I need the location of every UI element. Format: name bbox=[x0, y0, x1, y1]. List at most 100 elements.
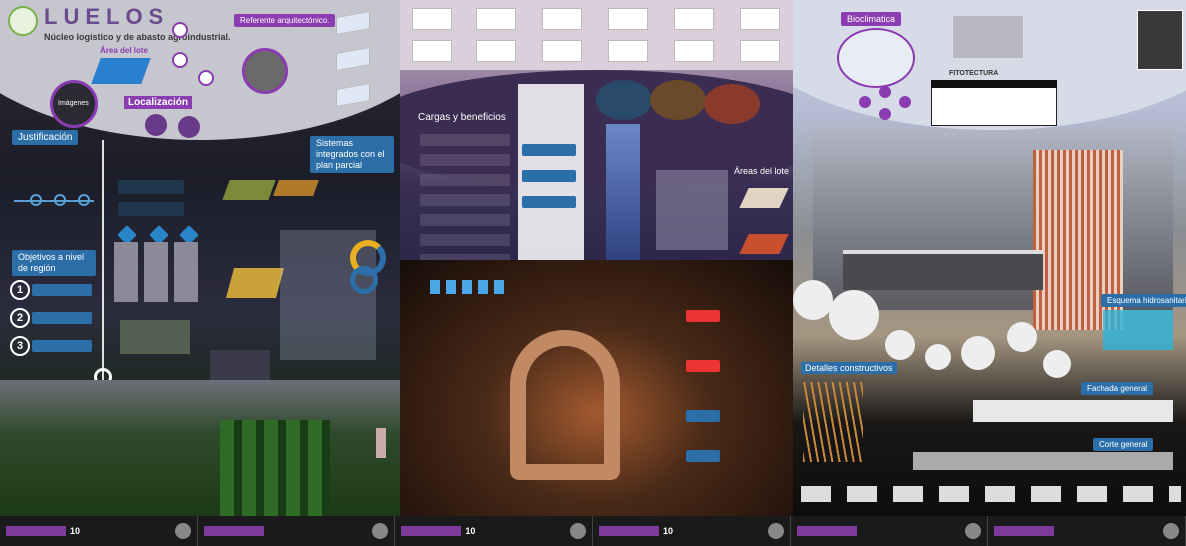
footer-sheet-number: 10 bbox=[663, 526, 674, 536]
diagram-thumb-5 bbox=[674, 8, 714, 30]
timeline-node-3 bbox=[78, 194, 90, 206]
lot-3d-1 bbox=[739, 188, 789, 208]
corte-heading: Corte general bbox=[1093, 438, 1154, 451]
diagram-thumb-12 bbox=[740, 40, 780, 62]
footer-strip: 10 10 10 bbox=[0, 516, 1186, 546]
timeline-node-2 bbox=[54, 194, 66, 206]
loc-photo-2 bbox=[178, 116, 200, 138]
imagenes-label: Imágenes bbox=[58, 100, 89, 107]
thumbnail-strip bbox=[400, 0, 793, 70]
site-plan-map bbox=[225, 268, 285, 298]
fitotectura-heading: FITOTECTURA bbox=[949, 70, 999, 77]
detail-bubble-5 bbox=[961, 336, 995, 370]
info-card-a bbox=[118, 180, 184, 194]
seal-icon bbox=[767, 523, 784, 539]
bio-icon-2 bbox=[879, 86, 891, 98]
vertical-axis-line bbox=[102, 140, 104, 380]
ref-icon-1 bbox=[172, 22, 188, 38]
seal-icon bbox=[570, 523, 587, 539]
brand-title: LUELOS bbox=[44, 4, 170, 29]
esquema-heading: Esquema hidrosanitario bbox=[1101, 294, 1186, 307]
tower-render bbox=[606, 124, 640, 274]
loc-photo-1 bbox=[145, 114, 167, 136]
detail-bubble-7 bbox=[1043, 350, 1071, 378]
bio-icon-3 bbox=[899, 96, 911, 108]
footer-cell-2 bbox=[198, 516, 396, 546]
objective-1-text bbox=[32, 284, 92, 296]
detail-bubble-6 bbox=[1007, 322, 1037, 352]
photo-bubble-2 bbox=[650, 80, 706, 120]
legend-card-3 bbox=[686, 410, 720, 422]
footer-bar bbox=[401, 526, 462, 536]
text-column-2 bbox=[144, 242, 168, 302]
footer-bar bbox=[994, 526, 1055, 536]
footer-sheet-number: 10 bbox=[70, 526, 81, 536]
objective-2-text bbox=[32, 312, 92, 324]
seal-icon bbox=[372, 523, 389, 539]
timber-detail bbox=[803, 382, 863, 462]
photo-card bbox=[1137, 10, 1183, 70]
ref-icon-2 bbox=[172, 52, 188, 68]
referente-photo bbox=[242, 48, 288, 94]
diagram-thumb-10 bbox=[608, 40, 648, 62]
objective-1-badge: 1 bbox=[10, 280, 30, 300]
diagram-thumb-6 bbox=[740, 8, 780, 30]
text-column-1 bbox=[114, 242, 138, 302]
icon-row bbox=[430, 280, 510, 294]
diagram-thumb-11 bbox=[674, 40, 714, 62]
referente-heading: Referente arquitectónico. bbox=[234, 14, 336, 27]
site-diagram-stack bbox=[656, 170, 728, 250]
diagram-thumb-8 bbox=[476, 40, 516, 62]
small-render-1 bbox=[120, 320, 190, 354]
brand-subtitle: Núcleo logístico y de abasto agroindustr… bbox=[44, 32, 231, 42]
bioclimatica-heading: Bioclimatica bbox=[841, 12, 902, 26]
footer-cell-3: 10 bbox=[395, 516, 594, 546]
sheet-3: Bioclimatica FITOTECTURA Esquema hidrosa… bbox=[793, 0, 1186, 516]
fachada-heading: Fachada general bbox=[1081, 382, 1154, 395]
photo-bubble-1 bbox=[596, 80, 652, 120]
bio-icon-4 bbox=[879, 108, 891, 120]
legend-card-1 bbox=[686, 310, 720, 322]
seal-icon bbox=[1163, 523, 1180, 539]
detail-bubble-4 bbox=[925, 344, 951, 370]
hydro-diagram bbox=[1103, 310, 1173, 350]
footer-cell-1: 10 bbox=[0, 516, 198, 546]
timeline-node-1 bbox=[30, 194, 42, 206]
footer-bar bbox=[599, 526, 660, 536]
donut-chart-2 bbox=[350, 266, 378, 294]
text-column-3 bbox=[174, 242, 198, 302]
info-tag-3 bbox=[522, 196, 576, 208]
diagram-thumb-4 bbox=[608, 8, 648, 30]
objective-2-badge: 2 bbox=[10, 308, 30, 328]
detail-bubble-1 bbox=[793, 280, 833, 320]
sheet-1: LUELOS Núcleo logístico y de abasto agro… bbox=[0, 0, 400, 516]
diagram-thumb-7 bbox=[412, 40, 452, 62]
photo-bubble-3 bbox=[704, 84, 760, 124]
sun-path-diagram bbox=[837, 28, 915, 88]
cargas-heading: Cargas y beneficios bbox=[418, 112, 506, 123]
footer-bar bbox=[796, 526, 857, 536]
facade-elevation bbox=[973, 400, 1173, 422]
sistemas-heading: Sistemas integrados con el plan parcial bbox=[310, 136, 394, 173]
parking-deck bbox=[843, 250, 1043, 290]
logo-icon bbox=[8, 6, 38, 36]
footer-cell-6 bbox=[988, 516, 1186, 546]
sheet-2: Cargas y beneficios Áreas del lote bbox=[400, 0, 793, 516]
plan-diagram-1 bbox=[222, 180, 276, 200]
areas-lote-heading: Áreas del lote bbox=[734, 166, 790, 176]
iso-model-row bbox=[801, 486, 1181, 502]
info-tag-1 bbox=[522, 144, 576, 156]
footer-cell-4: 10 bbox=[593, 516, 791, 546]
greenhouse-render bbox=[0, 380, 400, 516]
curved-building bbox=[510, 330, 620, 480]
crop-rows bbox=[220, 420, 330, 516]
legend-card-4 bbox=[686, 450, 720, 462]
plan-diagram-2 bbox=[273, 180, 319, 196]
info-card-b bbox=[118, 202, 184, 216]
detail-bubble-2 bbox=[829, 290, 879, 340]
footer-sheet-number: 10 bbox=[465, 526, 476, 536]
section-sketch bbox=[953, 16, 1023, 58]
detalles-heading: Detalles constructivos bbox=[801, 362, 897, 374]
objective-3-text bbox=[32, 340, 92, 352]
small-render-2 bbox=[210, 350, 270, 380]
